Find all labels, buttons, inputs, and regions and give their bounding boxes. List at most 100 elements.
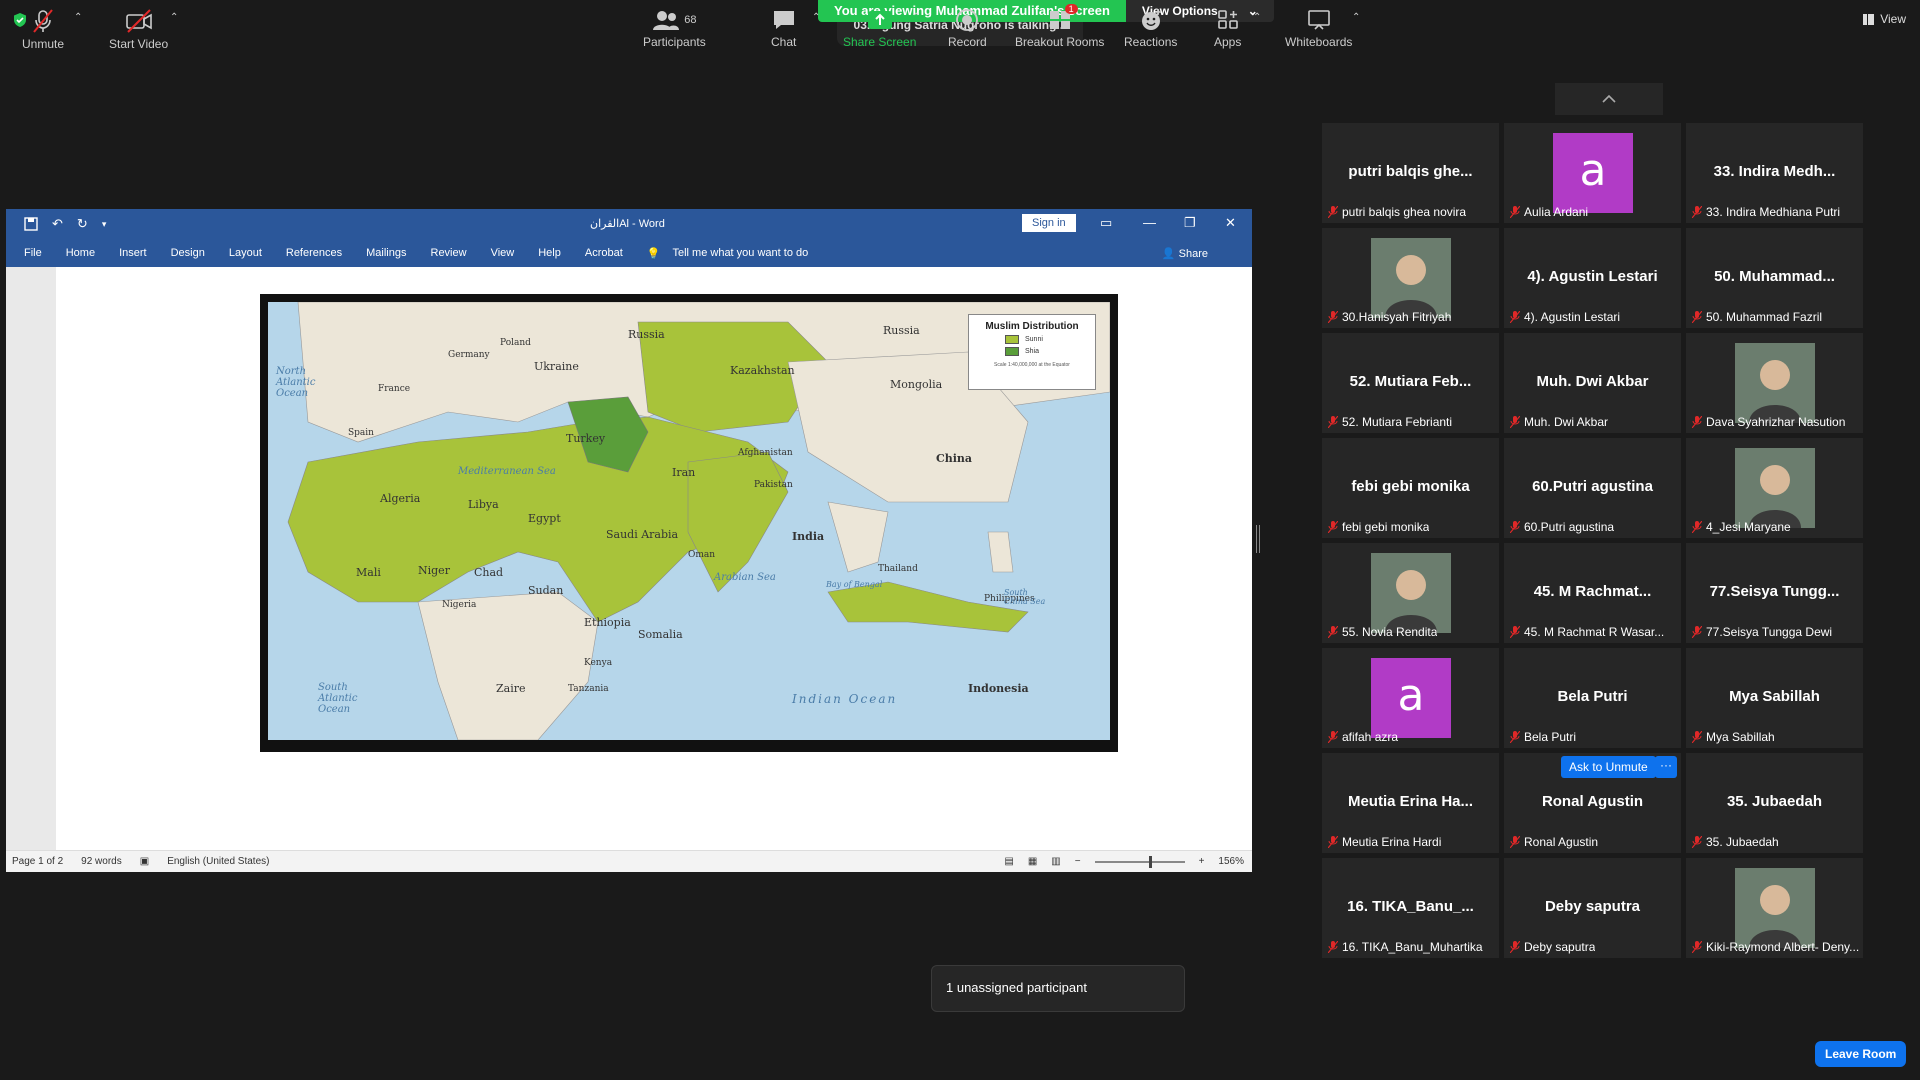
participant-display-name: Bela Putri bbox=[1557, 688, 1628, 705]
participant-tile[interactable]: 45. M Rachmat... 45. M Rachmat R Wasar... bbox=[1504, 543, 1681, 643]
menu-file[interactable]: File bbox=[24, 247, 42, 259]
web-layout-icon[interactable]: ▥ bbox=[1051, 856, 1060, 867]
proofing-icon[interactable]: ▣ bbox=[140, 856, 149, 867]
customize-quick-access-icon[interactable]: ▾ bbox=[102, 219, 107, 230]
print-layout-icon[interactable]: ▦ bbox=[1028, 856, 1037, 867]
shia-swatch bbox=[1005, 347, 1019, 356]
restore-icon[interactable]: ❐ bbox=[1184, 215, 1196, 231]
panel-resize-handle[interactable] bbox=[1256, 525, 1260, 553]
participant-tile[interactable]: 30.Hanisyah Fitriyah bbox=[1322, 228, 1499, 328]
participant-tile[interactable]: 50. Muhammad... 50. Muhammad Fazril bbox=[1686, 228, 1863, 328]
leave-room-button[interactable]: Leave Room bbox=[1815, 1041, 1907, 1067]
record-icon bbox=[956, 9, 979, 31]
participant-tile[interactable]: 4_Jesi Maryane bbox=[1686, 438, 1863, 538]
participant-tile[interactable]: Mya Sabillah Mya Sabillah bbox=[1686, 648, 1863, 748]
participant-tile[interactable]: a Aulia Ardani bbox=[1504, 123, 1681, 223]
whiteboard-options-caret[interactable]: ⌃ bbox=[1352, 12, 1360, 23]
vertical-scrollbar[interactable] bbox=[1186, 267, 1252, 850]
participant-tile[interactable]: 35. Jubaedah 35. Jubaedah bbox=[1686, 753, 1863, 853]
unmute-button[interactable]: Unmute bbox=[22, 8, 64, 51]
reactions-button[interactable]: Reactions bbox=[1124, 8, 1177, 49]
person-silhouette-icon bbox=[1735, 343, 1815, 423]
menu-references[interactable]: References bbox=[286, 247, 342, 259]
participant-tile[interactable]: Muh. Dwi Akbar Muh. Dwi Akbar bbox=[1504, 333, 1681, 433]
menu-review[interactable]: Review bbox=[431, 247, 467, 259]
zoom-level[interactable]: 156% bbox=[1218, 856, 1244, 867]
share-screen-button[interactable]: Share Screen bbox=[843, 8, 916, 49]
ribbon-display-icon[interactable]: ▭ bbox=[1100, 215, 1112, 231]
audio-options-caret[interactable]: ⌃ bbox=[74, 12, 82, 23]
page-count[interactable]: Page 1 of 2 bbox=[12, 856, 63, 867]
participant-tile[interactable]: 55. Novia Rendita bbox=[1322, 543, 1499, 643]
participant-tile[interactable]: putri balqis ghe... putri balqis ghea nov… bbox=[1322, 123, 1499, 223]
map-label: Niger bbox=[418, 564, 450, 577]
menu-help[interactable]: Help bbox=[538, 247, 561, 259]
participant-name-label: Kiki-Raymond Albert- Deny... bbox=[1706, 940, 1860, 954]
legend-item-sunni: Sunni bbox=[1005, 335, 1089, 344]
participant-tile[interactable]: 77.Seisya Tungg... 77.Seisya Tungga Dewi bbox=[1686, 543, 1863, 643]
participants-label: Participants bbox=[643, 35, 706, 49]
participant-tile[interactable]: Kiki-Raymond Albert- Deny... bbox=[1686, 858, 1863, 958]
breakout-rooms-button[interactable]: 1 Breakout Rooms bbox=[1015, 4, 1104, 49]
menu-home[interactable]: Home bbox=[66, 247, 95, 259]
mic-muted-icon bbox=[1328, 521, 1338, 533]
mic-muted-icon bbox=[1510, 941, 1520, 953]
participant-name-label: Bela Putri bbox=[1524, 730, 1577, 744]
participant-name: Kiki-Raymond Albert- Deny... bbox=[1692, 940, 1859, 954]
participant-tile[interactable]: Meutia Erina Ha... Meutia Erina Hardi bbox=[1322, 753, 1499, 853]
participant-tile[interactable]: 16. TIKA_Banu_... 16. TIKA_Banu_Muhartika bbox=[1322, 858, 1499, 958]
menu-mailings[interactable]: Mailings bbox=[366, 247, 406, 259]
chat-button[interactable]: Chat bbox=[771, 8, 796, 49]
more-options-button[interactable]: ··· bbox=[1655, 756, 1677, 778]
video-options-caret[interactable]: ⌃ bbox=[170, 12, 178, 23]
read-mode-icon[interactable]: ▤ bbox=[1004, 856, 1013, 867]
menu-view[interactable]: View bbox=[491, 247, 515, 259]
share-button[interactable]: 👤 Share bbox=[1162, 247, 1232, 260]
record-button[interactable]: Record bbox=[948, 8, 987, 49]
zoom-in-icon[interactable]: + bbox=[1199, 856, 1205, 867]
gallery-collapse-button[interactable] bbox=[1555, 83, 1663, 115]
zoom-out-icon[interactable]: − bbox=[1075, 856, 1081, 867]
undo-icon[interactable]: ↶ bbox=[52, 216, 63, 232]
participant-tile[interactable]: febi gebi monika febi gebi monika bbox=[1322, 438, 1499, 538]
participant-tile[interactable]: 60.Putri agustina 60.Putri agustina bbox=[1504, 438, 1681, 538]
word-count[interactable]: 92 words bbox=[81, 856, 122, 867]
participant-tile[interactable]: 33. Indira Medh... 33. Indira Medhiana Pu… bbox=[1686, 123, 1863, 223]
menu-acrobat[interactable]: Acrobat bbox=[585, 247, 623, 259]
participant-tile[interactable]: 52. Mutiara Feb... 52. Mutiara Febrianti bbox=[1322, 333, 1499, 433]
participant-tile[interactable]: 4). Agustin Lestari 4). Agustin Lestari bbox=[1504, 228, 1681, 328]
save-icon[interactable] bbox=[24, 217, 38, 231]
zoom-slider[interactable] bbox=[1094, 855, 1185, 868]
lightbulb-icon: 💡 bbox=[646, 247, 661, 260]
view-button[interactable]: View bbox=[1863, 12, 1906, 26]
chat-options-caret[interactable]: ⌃ bbox=[812, 12, 820, 23]
participants-count: 68 bbox=[684, 14, 697, 26]
tell-me-search[interactable]: Tell me what you want to do bbox=[672, 247, 808, 259]
start-video-button[interactable]: Start Video bbox=[109, 8, 168, 51]
participant-video bbox=[1735, 343, 1815, 423]
participant-tile[interactable]: Deby saputra Deby saputra bbox=[1504, 858, 1681, 958]
menu-design[interactable]: Design bbox=[171, 247, 205, 259]
close-icon[interactable]: ✕ bbox=[1225, 215, 1236, 231]
menu-insert[interactable]: Insert bbox=[119, 247, 147, 259]
ask-to-unmute-button[interactable]: Ask to Unmute bbox=[1561, 756, 1656, 778]
participant-tile[interactable]: Bela Putri Bela Putri bbox=[1504, 648, 1681, 748]
minimize-icon[interactable]: — bbox=[1143, 215, 1156, 230]
share-options-caret[interactable]: ⌃ bbox=[912, 12, 920, 23]
participants-button[interactable]: 68 Participants bbox=[643, 8, 706, 49]
menu-layout[interactable]: Layout bbox=[229, 247, 262, 259]
redo-icon[interactable]: ↻ bbox=[77, 216, 88, 232]
apps-options-caret[interactable]: ⌃ bbox=[1253, 12, 1261, 23]
participant-tile[interactable]: Dava Syahrizhar Nasution bbox=[1686, 333, 1863, 433]
participant-name: 55. Novia Rendita bbox=[1328, 625, 1437, 639]
document-title: القرانAl - Word bbox=[590, 218, 665, 230]
apps-button[interactable]: Apps bbox=[1214, 8, 1241, 49]
language-status[interactable]: English (United States) bbox=[167, 856, 269, 867]
sign-in-button[interactable]: Sign in bbox=[1022, 214, 1076, 232]
participant-tile[interactable]: a afifah azra bbox=[1322, 648, 1499, 748]
participant-name-label: afifah azra bbox=[1342, 730, 1399, 744]
legend-label: Sunni bbox=[1025, 336, 1043, 343]
participant-name-label: 33. Indira Medhiana Putri bbox=[1706, 205, 1841, 219]
mic-muted-icon bbox=[1510, 731, 1520, 743]
whiteboards-button[interactable]: Whiteboards bbox=[1285, 8, 1352, 49]
